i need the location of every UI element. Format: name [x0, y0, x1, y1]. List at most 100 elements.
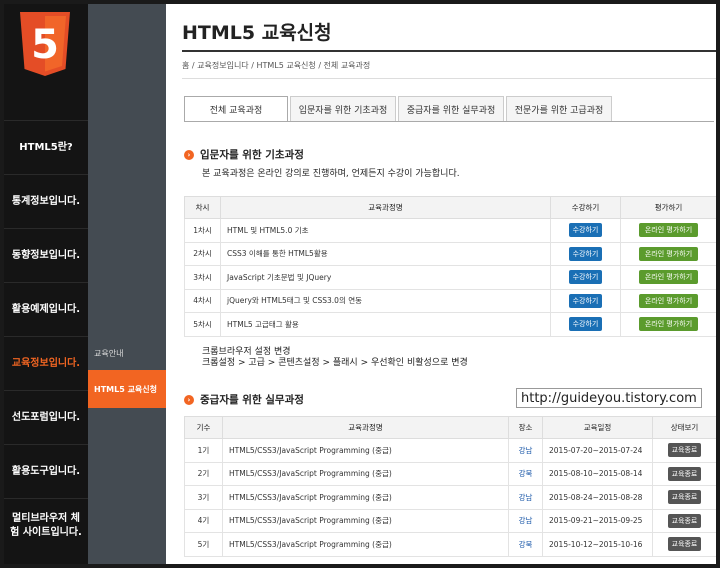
- sub-item-education-apply[interactable]: HTML5 교육신청: [88, 370, 166, 408]
- status-button[interactable]: 교육종료: [667, 466, 702, 481]
- tab-intermediate[interactable]: 중급자를 위한 실무과정: [398, 96, 504, 122]
- browser-frame: 5 HTML5란? 통계정보입니다. 동향정보입니다. 활용예제입니다. 교육정…: [4, 4, 716, 564]
- nav-item-tools[interactable]: 활용도구입니다.: [4, 444, 88, 498]
- left-nav: 5 HTML5란? 통계정보입니다. 동향정보입니다. 활용예제입니다. 교육정…: [4, 4, 88, 564]
- course-schedule: 2015-08-24~2015-08-28: [542, 485, 653, 510]
- course-place: 강북: [508, 532, 543, 557]
- course-place: 강남: [508, 438, 543, 463]
- tab-all-courses[interactable]: 전체 교육과정: [184, 96, 288, 122]
- nav-item-examples[interactable]: 활용예제입니다.: [4, 282, 88, 336]
- header-schedule: 교육일정: [542, 416, 653, 439]
- header-course-name: 교육과정명: [222, 416, 509, 439]
- chevron-right-icon: ›: [184, 149, 194, 160]
- logo-text: 5: [31, 22, 59, 68]
- table-row: 1기 HTML5/CSS3/JavaScript Programming (중급…: [184, 438, 716, 463]
- section-beginner-title: › 입문자를 위한 기초과정: [184, 147, 304, 162]
- cohort-number: 2기: [184, 461, 223, 486]
- nav-item-trends[interactable]: 동향정보입니다.: [4, 228, 88, 282]
- course-name: HTML5/CSS3/JavaScript Programming (중급): [222, 461, 509, 486]
- chevron-right-icon: ›: [184, 394, 194, 405]
- cohort-number: 4기: [184, 508, 223, 533]
- course-name: HTML5 고급태그 활용: [220, 312, 551, 337]
- table-header-row: 차시 교육과정명 수강하기 평가하기: [184, 196, 716, 219]
- cohort-number: 5기: [184, 532, 223, 557]
- table-header-row: 기수 교육과정명 장소 교육일정 상태보기: [184, 416, 716, 439]
- tip-line-2: 크롬설정 > 고급 > 콘텐츠설정 > 플래시 > 우선확인 비활성으로 변경: [202, 358, 468, 368]
- course-name: JavaScript 기초문법 및 JQuery: [220, 265, 551, 290]
- beginner-course-table: 차시 교육과정명 수강하기 평가하기 1차시 HTML 및 HTML5.0 기초…: [184, 196, 716, 337]
- nav-item-statistics[interactable]: 통계정보입니다.: [4, 174, 88, 228]
- course-place: 강남: [508, 508, 543, 533]
- enroll-button[interactable]: 수강하기: [568, 246, 603, 261]
- course-name: CSS3 이해를 통한 HTML5활용: [220, 241, 551, 266]
- enroll-button[interactable]: 수강하기: [568, 293, 603, 308]
- course-tabs: 전체 교육과정 입문자를 위한 기초과정 중급자를 위한 실무과정 전문가를 위…: [184, 96, 614, 122]
- browser-setting-tip: 크롬브라우저 설정 변경 크롬설정 > 고급 > 콘텐츠설정 > 플래시 > 우…: [202, 347, 468, 369]
- course-name: jQuery와 HTML5태그 및 CSS3.0의 연동: [220, 288, 551, 313]
- sub-item-education-info[interactable]: 교육안내: [88, 340, 166, 366]
- nav-item-forum[interactable]: 선도포럼입니다.: [4, 390, 88, 444]
- cohort-number: 3기: [184, 485, 223, 510]
- page-title: HTML5 교육신청: [182, 22, 332, 44]
- course-name: HTML5/CSS3/JavaScript Programming (중급): [222, 508, 509, 533]
- status-button[interactable]: 교육종료: [667, 513, 702, 528]
- course-name: HTML5/CSS3/JavaScript Programming (중급): [222, 532, 509, 557]
- tabs-underline: [184, 121, 714, 122]
- enroll-button[interactable]: 수강하기: [568, 223, 603, 238]
- header-place: 장소: [508, 416, 543, 439]
- session-number: 4차시: [184, 288, 221, 313]
- table-row: 3차시 JavaScript 기초문법 및 JQuery 수강하기 온라인 평가…: [184, 265, 716, 290]
- course-name: HTML5/CSS3/JavaScript Programming (중급): [222, 485, 509, 510]
- session-number: 5차시: [184, 312, 221, 337]
- session-number: 3차시: [184, 265, 221, 290]
- course-name: HTML5/CSS3/JavaScript Programming (중급): [222, 438, 509, 463]
- session-number: 1차시: [184, 218, 221, 243]
- header-status: 상태보기: [652, 416, 716, 439]
- section-intermediate-label: 중급자를 위한 실무과정: [200, 394, 304, 406]
- course-schedule: 2015-10-12~2015-10-16: [542, 532, 653, 557]
- cohort-number: 1기: [184, 438, 223, 463]
- intermediate-course-table: 기수 교육과정명 장소 교육일정 상태보기 1기 HTML5/CSS3/Java…: [184, 416, 716, 557]
- online-eval-button[interactable]: 온라인 평가하기: [638, 246, 699, 261]
- online-eval-button[interactable]: 온라인 평가하기: [638, 317, 699, 332]
- status-button[interactable]: 교육종료: [667, 443, 702, 458]
- status-button[interactable]: 교육종료: [667, 490, 702, 505]
- html5-logo-icon[interactable]: 5: [17, 12, 73, 80]
- enroll-button[interactable]: 수강하기: [568, 270, 603, 285]
- course-place: 강남: [508, 485, 543, 510]
- sub-nav: 교육안내 HTML5 교육신청: [88, 4, 166, 564]
- section-intermediate-title: › 중급자를 위한 실무과정: [184, 392, 304, 407]
- table-row: 1차시 HTML 및 HTML5.0 기초 수강하기 온라인 평가하기: [184, 218, 716, 243]
- header-session: 차시: [184, 196, 221, 219]
- tab-advanced[interactable]: 전문가를 위한 고급과정: [506, 96, 612, 122]
- status-button[interactable]: 교육종료: [667, 537, 702, 552]
- table-row: 3기 HTML5/CSS3/JavaScript Programming (중급…: [184, 485, 716, 510]
- header-evaluate: 평가하기: [620, 196, 716, 219]
- online-eval-button[interactable]: 온라인 평가하기: [638, 293, 699, 308]
- table-row: 5기 HTML5/CSS3/JavaScript Programming (중급…: [184, 532, 716, 557]
- nav-item-html5[interactable]: HTML5란?: [4, 120, 88, 174]
- course-schedule: 2015-09-21~2015-09-25: [542, 508, 653, 533]
- nav-item-education[interactable]: 교육정보입니다.: [4, 336, 88, 390]
- course-schedule: 2015-07-20~2015-07-24: [542, 438, 653, 463]
- tab-beginner[interactable]: 입문자를 위한 기초과정: [290, 96, 396, 122]
- course-place: 강북: [508, 461, 543, 486]
- online-eval-button[interactable]: 온라인 평가하기: [638, 270, 699, 285]
- table-row: 2차시 CSS3 이해를 통한 HTML5활용 수강하기 온라인 평가하기: [184, 241, 716, 266]
- watermark-url: http://guideyou.tistory.com: [516, 388, 702, 408]
- section-beginner-label: 입문자를 위한 기초과정: [200, 149, 304, 161]
- section-beginner-description: 본 교육과정은 온라인 강의로 진행하며, 언제든지 수강이 가능합니다.: [202, 169, 460, 179]
- breadcrumb: 홈 / 교육정보입니다 / HTML5 교육신청 / 전체 교육과정: [182, 61, 371, 70]
- nav-item-multibrowser[interactable]: 멀티브라우저 체험 사이트입니다.: [4, 498, 88, 552]
- table-row: 4기 HTML5/CSS3/JavaScript Programming (중급…: [184, 508, 716, 533]
- header-course-name: 교육과정명: [220, 196, 551, 219]
- breadcrumb-divider: [182, 78, 716, 79]
- online-eval-button[interactable]: 온라인 평가하기: [638, 223, 699, 238]
- tip-line-1: 크롬브라우저 설정 변경: [202, 347, 291, 357]
- course-schedule: 2015-08-10~2015-08-14: [542, 461, 653, 486]
- table-row: 2기 HTML5/CSS3/JavaScript Programming (중급…: [184, 461, 716, 486]
- enroll-button[interactable]: 수강하기: [568, 317, 603, 332]
- course-name: HTML 및 HTML5.0 기초: [220, 218, 551, 243]
- table-row: 4차시 jQuery와 HTML5태그 및 CSS3.0의 연동 수강하기 온라…: [184, 288, 716, 313]
- header-enroll: 수강하기: [550, 196, 621, 219]
